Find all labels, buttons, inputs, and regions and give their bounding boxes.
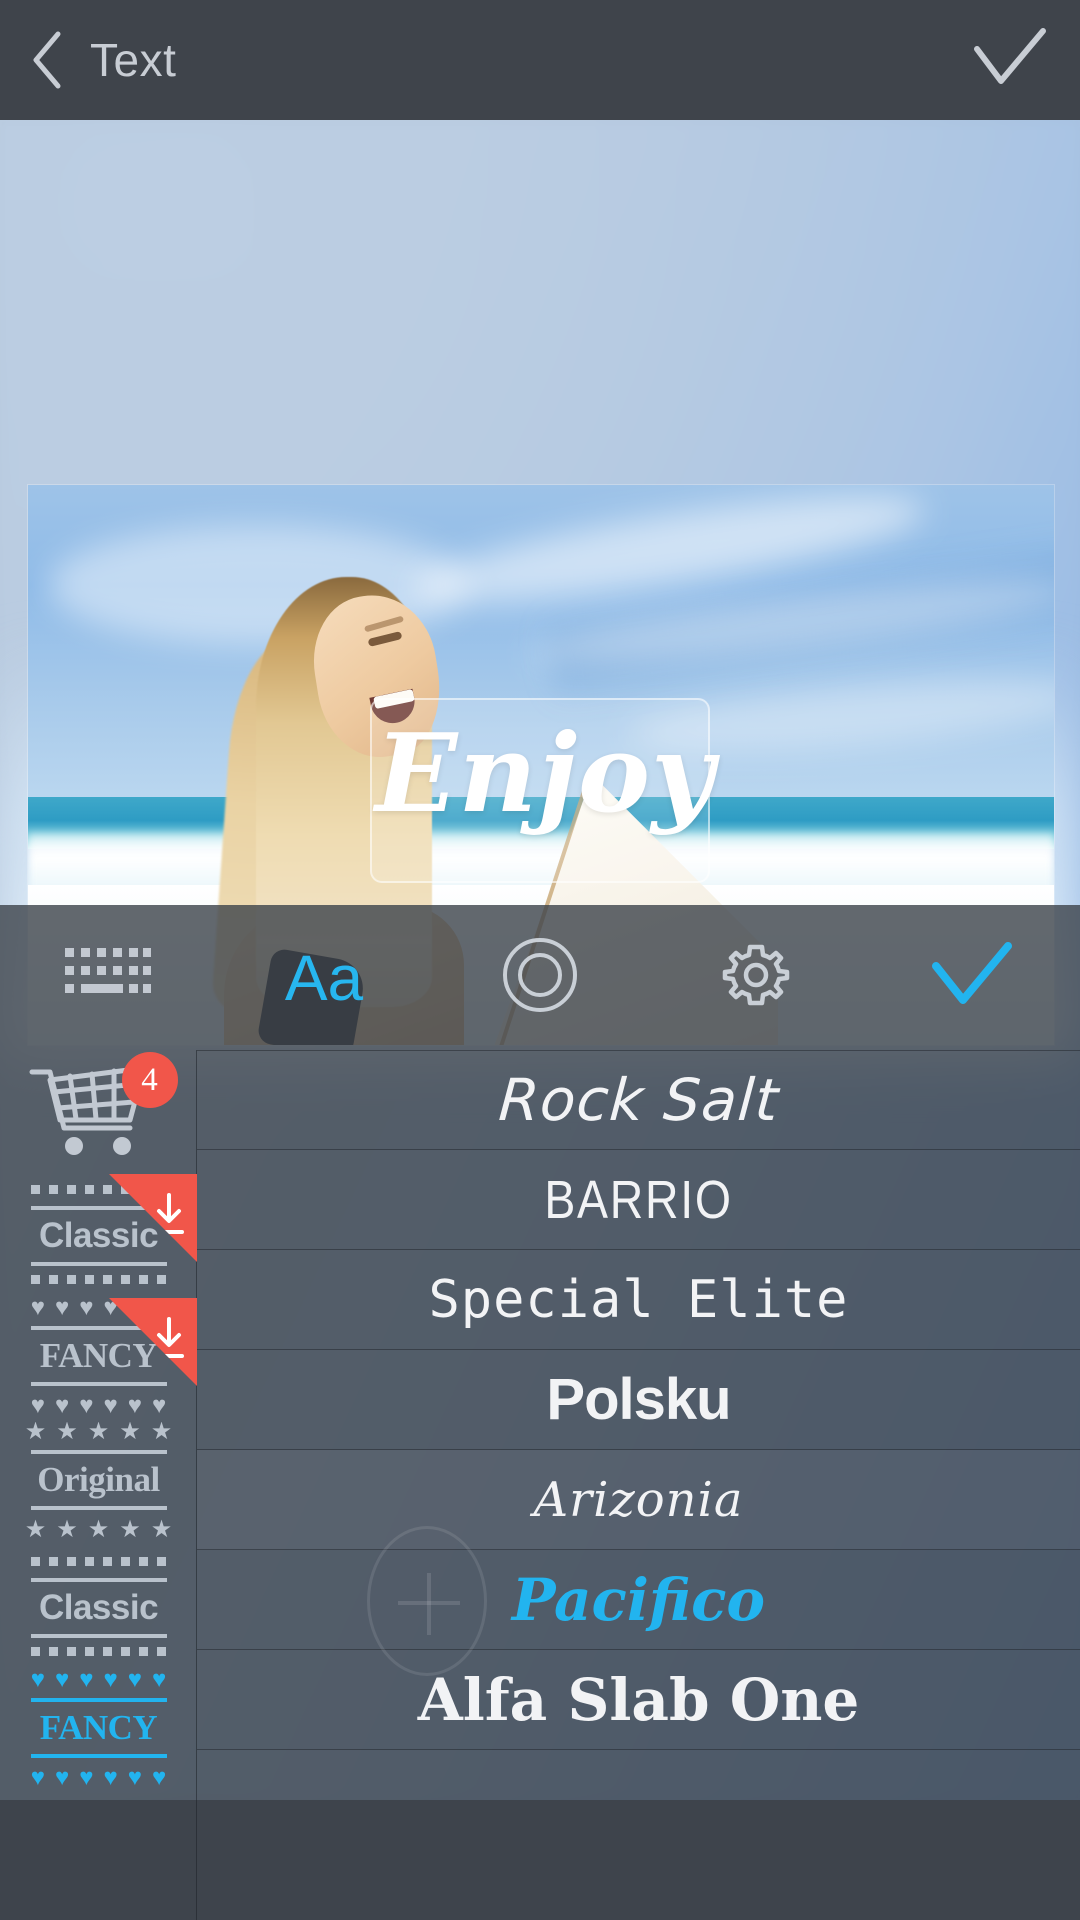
font-row-alfa-slab-one[interactable]: Alfa Slab One <box>197 1650 1080 1750</box>
dotted-border-bottom <box>26 1275 172 1287</box>
overlay-text[interactable]: Enjoy <box>330 720 760 828</box>
keyboard-icon <box>65 947 151 1008</box>
style-pack-sidebar[interactable]: 4 Classic ♥ ♥ ♥ ♥ FANCY ♥ ♥ ♥ ♥ ♥ ♥ ★ ★ … <box>0 1050 197 1920</box>
font-row-special-elite[interactable]: Special Elite <box>197 1250 1080 1350</box>
font-list[interactable]: Rock Salt BARRIO Special Elite Polsku Ar… <box>197 1050 1080 1920</box>
star-border-top: ★ ★ ★ ★ ★ <box>24 1422 173 1445</box>
rule <box>30 1634 167 1639</box>
font-row-arizonia[interactable]: Arizonia <box>197 1450 1080 1550</box>
confirm-button[interactable] <box>940 0 1080 120</box>
font-name: Pacifico <box>511 1565 766 1634</box>
gear-icon <box>718 937 794 1018</box>
back-button[interactable] <box>0 0 96 120</box>
page-title: Text <box>90 34 177 86</box>
cart-badge: 4 <box>121 1052 178 1108</box>
font-browser: 4 Classic ♥ ♥ ♥ ♥ FANCY ♥ ♥ ♥ ♥ ♥ ♥ ★ ★ … <box>0 1050 1080 1920</box>
rule <box>30 1754 167 1759</box>
sidebar-item-style-classic-1[interactable]: Classic <box>0 1174 197 1298</box>
style-label: Classic <box>38 1215 159 1255</box>
rule <box>30 1262 167 1267</box>
sidebar-item-style-fancy-2[interactable]: ♥ ♥ ♥ ♥ ♥ ♥ FANCY ♥ ♥ ♥ ♥ ♥ ♥ <box>0 1670 197 1794</box>
font-row-polsku[interactable]: Polsku <box>197 1350 1080 1450</box>
rule <box>30 1506 167 1511</box>
font-name: Alfa Slab One <box>417 1665 860 1734</box>
tab-color[interactable] <box>432 905 648 1050</box>
tab-settings[interactable] <box>648 905 864 1050</box>
style-thumbnail: Classic <box>26 1556 172 1659</box>
sidebar-item-style-classic-2[interactable]: Classic <box>0 1546 197 1670</box>
style-label: Classic <box>38 1587 159 1627</box>
rule <box>30 1382 167 1387</box>
chevron-left-icon <box>28 28 68 92</box>
circle-ring-icon <box>500 935 580 1020</box>
star-border-bottom: ★ ★ ★ ★ ★ <box>24 1516 173 1544</box>
apply-font-button[interactable] <box>864 905 1080 1050</box>
style-label: FANCY <box>39 1707 158 1747</box>
check-icon <box>930 942 1014 1013</box>
style-thumbnail: ♥♥♥♥♥♥ FANCY ♥♥♥♥♥♥ <box>26 1670 172 1794</box>
font-row-pacifico[interactable]: Pacifico <box>197 1526 1080 1676</box>
shopping-cart-icon <box>26 1065 154 1162</box>
tab-font[interactable]: Aa <box>216 905 432 1050</box>
heart-border-bottom: ♥ ♥ ♥ ♥ ♥ ♥ <box>30 1764 167 1792</box>
tab-keyboard[interactable] <box>0 905 216 1050</box>
font-name: Special Elite <box>428 1269 849 1330</box>
heart-border-bottom: ♥ ♥ ♥ ♥ ♥ ♥ <box>30 1392 167 1420</box>
top-app-bar: Text <box>0 0 1080 120</box>
font-name: Arizonia <box>533 1471 744 1528</box>
dotted-border-bottom <box>26 1647 172 1659</box>
font-row-rock-salt[interactable]: Rock Salt <box>197 1050 1080 1150</box>
font-name: Polsku <box>546 1366 731 1432</box>
font-row-barrio[interactable]: BARRIO <box>197 1150 1080 1250</box>
sidebar-item-style-fancy-1[interactable]: ♥♥♥♥♥♥ FANCY ♥♥♥♥♥♥ <box>0 1298 197 1422</box>
sidebar-item-store[interactable]: 4 <box>0 1050 197 1174</box>
aa-icon: Aa <box>284 941 364 1014</box>
sidebar-item-style-original[interactable]: ★ ★ ★ ★ ★ Original ★ ★ ★ ★ ★ <box>0 1422 197 1546</box>
font-name: Rock Salt <box>496 1066 781 1134</box>
style-label: Original <box>37 1459 160 1499</box>
text-editor-panel: Aa 4 Classic ♥ ♥ ♥ ♥ FANCY ♥ ♥ ♥ ♥ ♥ ♥ ★… <box>0 905 1080 1920</box>
heart-border-top: ♥♥♥♥♥♥ <box>30 1670 167 1693</box>
style-thumbnail: ★ ★ ★ ★ ★ Original ★ ★ ★ ★ ★ <box>24 1422 173 1546</box>
check-icon <box>971 27 1049 94</box>
dotted-border-top <box>26 1556 172 1569</box>
editor-toolbar: Aa <box>0 905 1080 1050</box>
font-name: BARRIO <box>544 1169 733 1230</box>
